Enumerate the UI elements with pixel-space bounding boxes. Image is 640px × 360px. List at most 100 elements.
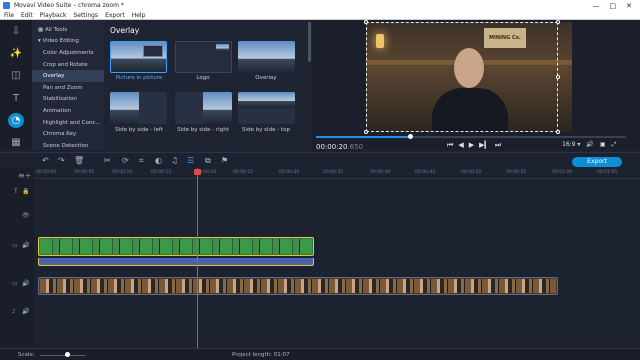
app-logo-icon	[3, 2, 10, 9]
overlay-selection-frame[interactable]	[366, 22, 558, 132]
panel-scrollbar[interactable]	[308, 22, 311, 62]
menu-file[interactable]: File	[4, 12, 14, 19]
menu-export[interactable]: Export	[105, 12, 125, 19]
menu-bar: File Edit Playback Settings Export Help	[0, 11, 640, 20]
skip-back-icon[interactable]: ⏮	[447, 141, 453, 150]
more-tools-icon[interactable]: ▦	[6, 135, 26, 150]
rotate-icon[interactable]: ⟳	[122, 156, 129, 165]
next-frame-icon[interactable]: ▶▎	[479, 141, 490, 150]
transitions-icon[interactable]: ◫	[6, 68, 26, 83]
menu-edit[interactable]: Edit	[21, 12, 33, 19]
text-track-icon[interactable]: T	[14, 188, 18, 195]
titles-icon[interactable]: T	[6, 91, 26, 106]
export-button[interactable]: Export	[572, 157, 622, 167]
tool-scene-detection[interactable]: Scene Detection	[32, 140, 104, 152]
scale-slider[interactable]	[40, 355, 86, 356]
ruler-tick: 00:00:25	[233, 170, 254, 175]
aspect-ratio-select[interactable]: 16:9 ▾	[562, 141, 580, 149]
cut-icon[interactable]: ✂	[104, 156, 111, 165]
overlay-option-overlay[interactable]	[238, 41, 295, 73]
menu-settings[interactable]: Settings	[73, 12, 98, 19]
track-controls: ≡+ T 🔒 👁 ▭ 🔊 ▭ 🔊 ♪ 🔊	[0, 168, 34, 348]
clip-properties-icon[interactable]: ☰	[187, 156, 194, 165]
play-icon[interactable]: ▶	[469, 141, 474, 150]
resize-handle[interactable]	[556, 130, 560, 134]
tool-color-adjustments[interactable]: Color Adjustments	[32, 47, 104, 59]
overlay-audio-clip[interactable]	[38, 258, 314, 266]
tool-video-editing[interactable]: ▾ Video Editing	[32, 36, 104, 48]
panel-title: Overlay	[110, 26, 140, 35]
time-main: 00:00:20	[316, 143, 348, 151]
volume-track-icon[interactable]: 🔊	[22, 280, 29, 287]
tool-animation[interactable]: Animation	[32, 105, 104, 117]
crop-icon[interactable]: ⌗	[139, 156, 144, 166]
minimize-button[interactable]: —	[593, 2, 600, 10]
tool-crop-rotate[interactable]: Crop and Rotate	[32, 59, 104, 71]
ruler-tick: 00:00:45	[415, 170, 436, 175]
overlay-option-side-right[interactable]	[175, 92, 232, 124]
volume-icon[interactable]: 🔊	[586, 141, 593, 149]
overlay-icon[interactable]: ⧉	[205, 156, 211, 166]
overlay-option-picture-in-picture[interactable]	[110, 41, 167, 73]
delete-icon[interactable]: 🗑	[74, 156, 84, 165]
main-video-clip[interactable]	[38, 277, 558, 295]
stickers-icon[interactable]: ◔	[8, 112, 24, 128]
volume-track-icon[interactable]: 🔊	[22, 308, 29, 315]
resize-handle[interactable]	[556, 20, 560, 24]
playhead-handle[interactable]	[194, 169, 201, 175]
left-rail: ⇩ ✨ ◫ T ◔ ▦	[0, 20, 32, 150]
tools-list: ▦ All Tools ▾ Video Editing Color Adjust…	[32, 20, 104, 150]
tool-highlight-conceal[interactable]: Highlight and Conc...	[32, 117, 104, 129]
preview-options: 16:9 ▾ 🔊 ▣ ⤢	[562, 141, 616, 149]
tool-overlay[interactable]: Overlay	[32, 70, 104, 82]
prev-frame-icon[interactable]: ◀	[458, 141, 463, 150]
overlay-option-side-left[interactable]	[110, 92, 167, 124]
undo-icon[interactable]: ↶	[42, 156, 49, 165]
tool-label: Video Editing	[42, 38, 79, 45]
seekbar-thumb[interactable]	[408, 134, 413, 139]
resize-handle[interactable]	[556, 75, 560, 79]
tool-all-tools[interactable]: ▦ All Tools	[32, 24, 104, 36]
overlay-track-icon[interactable]: ▭	[12, 242, 18, 249]
grid-icon: ▦	[38, 26, 45, 33]
overlay-option-side-top[interactable]	[238, 92, 295, 124]
option-label: Logo	[196, 75, 210, 81]
playhead-line[interactable]	[197, 168, 198, 348]
resize-handle[interactable]	[364, 130, 368, 134]
lock-icon[interactable]: 🔒	[22, 188, 29, 195]
menu-playback[interactable]: Playback	[40, 12, 67, 19]
seekbar-fill	[316, 136, 411, 138]
magic-wand-icon[interactable]: ✨	[6, 46, 26, 61]
volume-track-icon[interactable]: 🔊	[22, 242, 29, 249]
marker-flag-icon[interactable]: ⚑	[221, 156, 228, 165]
video-track-icon[interactable]: ▭	[12, 280, 18, 287]
maximize-button[interactable]: □	[610, 2, 617, 10]
preview-seekbar[interactable]	[316, 134, 626, 139]
music-track-icon[interactable]: ♪	[12, 308, 16, 315]
close-button[interactable]: ✕	[626, 2, 632, 10]
fullscreen-icon[interactable]: ⤢	[612, 141, 617, 149]
audio-icon[interactable]: ♫	[171, 156, 178, 165]
overlay-clip[interactable]	[38, 237, 314, 256]
ruler-tick: 00:00:35	[323, 170, 344, 175]
import-icon[interactable]: ⇩	[6, 24, 26, 39]
resize-handle[interactable]	[364, 20, 368, 24]
ruler-tick: 00:01:05	[597, 170, 618, 175]
snapshot-icon[interactable]: ▣	[600, 141, 606, 149]
menu-help[interactable]: Help	[132, 12, 146, 19]
option-label: Overlay	[255, 75, 277, 81]
add-track-icon[interactable]: ≡+	[18, 171, 31, 180]
redo-icon[interactable]: ↷	[58, 156, 65, 165]
timeline-ruler[interactable]: 00:00:00 00:00:05 00:00:10 00:00:15 00:0…	[34, 168, 640, 179]
tool-stabilization[interactable]: Stabilization	[32, 94, 104, 106]
scale-slider-thumb[interactable]	[65, 352, 70, 357]
eye-icon[interactable]: 👁	[22, 212, 30, 219]
tool-chroma-key[interactable]: Chroma Key	[32, 128, 104, 140]
tool-pan-zoom[interactable]: Pan and Zoom	[32, 82, 104, 94]
option-label: Side by side - top	[242, 127, 290, 133]
status-bar: Scale: Project length: 01:07	[0, 348, 640, 360]
skip-forward-icon[interactable]: ⏭	[495, 141, 501, 150]
overlay-option-logo[interactable]	[175, 41, 232, 73]
color-icon[interactable]: ◐	[155, 156, 162, 165]
ruler-tick: 00:00:10	[112, 170, 133, 175]
